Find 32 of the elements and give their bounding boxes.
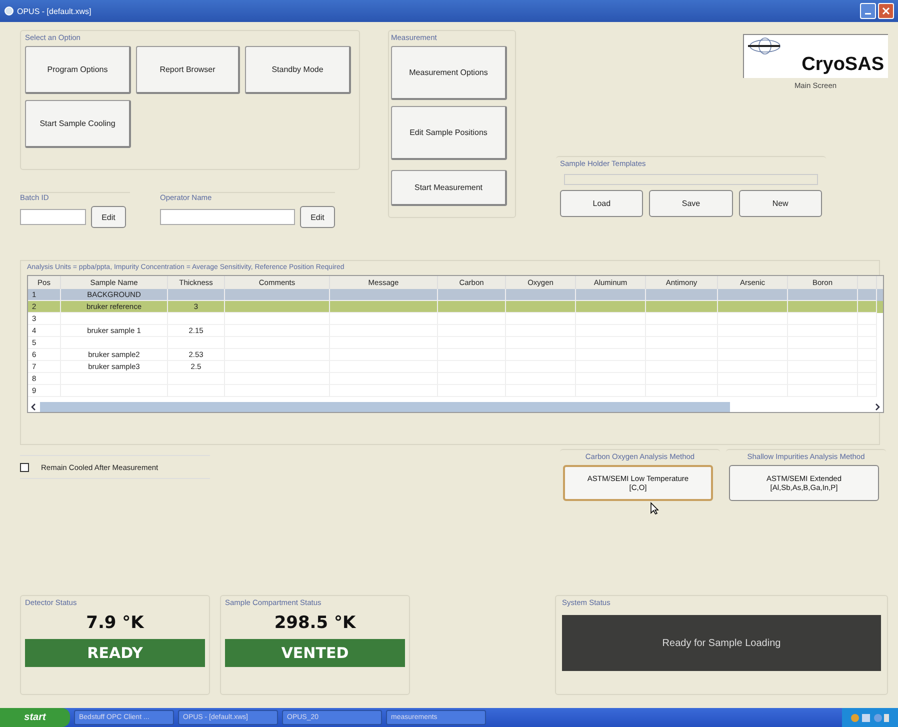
close-button[interactable] (878, 3, 894, 19)
close-icon (882, 7, 890, 15)
temperature-reading: 298.5 °K (274, 613, 356, 633)
scroll-right-icon[interactable] (873, 402, 881, 410)
edit-button[interactable]: Edit (300, 206, 335, 228)
tray-icons-drawing (850, 712, 890, 722)
remain-cooled-checkbox[interactable] (20, 462, 29, 472)
option-button[interactable]: Report Browser (136, 46, 240, 94)
start-button[interactable]: start (0, 708, 70, 727)
cursor-icon (650, 502, 659, 515)
temperature-reading: 7.9 °K (86, 613, 144, 633)
operator-name-field[interactable] (160, 209, 295, 225)
template-button[interactable]: Save (649, 190, 733, 217)
measurement-button[interactable]: Edit Sample Positions (391, 106, 507, 160)
scroll-left-icon[interactable] (30, 402, 38, 410)
option-button[interactable]: Program Options (25, 46, 131, 94)
edit-button[interactable]: Edit (91, 206, 126, 228)
status-indicator: VENTED (225, 639, 405, 667)
measurement-button[interactable]: Measurement Options (391, 46, 507, 100)
window-title: OPUS - [default.xws] (17, 6, 92, 16)
measurement-button[interactable]: Start Measurement (391, 170, 507, 206)
system-status-display: Ready for Sample Loading (562, 615, 881, 671)
status-indicator: READY (25, 639, 205, 667)
batch-id-field[interactable] (20, 209, 86, 225)
option-button[interactable]: Standby Mode (245, 46, 351, 94)
template-field[interactable] (564, 174, 818, 185)
app-icon (4, 6, 14, 16)
template-button[interactable]: New (738, 190, 822, 217)
option-button[interactable]: Start Sample Cooling (25, 100, 131, 148)
template-button[interactable]: Load (560, 190, 644, 217)
logo-text: CryoSAS (802, 54, 884, 76)
minimize-button[interactable] (860, 3, 876, 19)
